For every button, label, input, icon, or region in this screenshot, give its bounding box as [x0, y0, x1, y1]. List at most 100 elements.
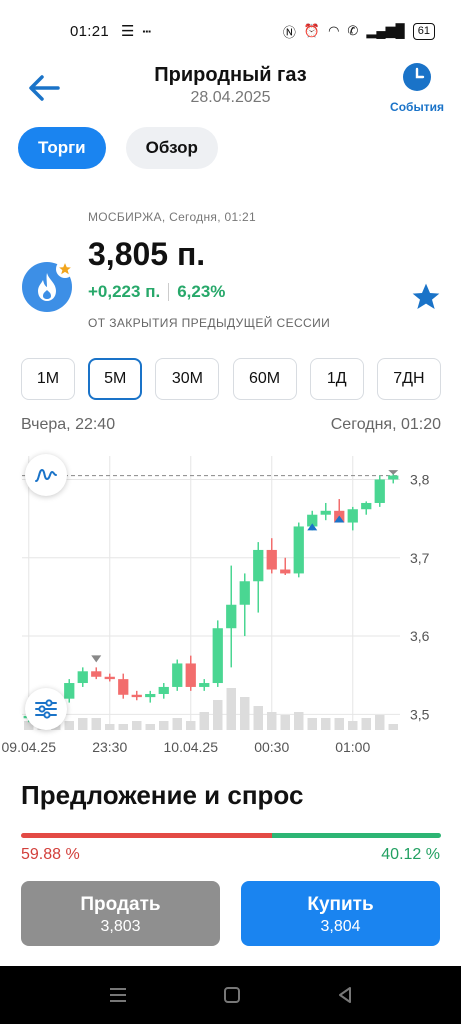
volume-bar — [280, 715, 290, 730]
buy-label: Купить — [307, 894, 374, 915]
range-start: Вчера, 22:40 — [21, 416, 116, 433]
candle-body — [293, 526, 304, 574]
sell-share-bar — [21, 833, 273, 838]
volume-bar — [78, 718, 88, 730]
period-1d[interactable]: 1Д — [309, 358, 364, 400]
x-tick-label: 10.04.25 — [164, 739, 219, 755]
volume-bar — [361, 718, 371, 730]
volume-bar — [213, 700, 223, 730]
call-icon: ✆ — [347, 23, 359, 38]
volume-bar — [64, 721, 74, 730]
candle-body — [64, 683, 75, 699]
back-nav-icon[interactable] — [336, 986, 354, 1004]
events-label: События — [390, 100, 444, 114]
candle-body — [280, 569, 291, 574]
change-absolute: +0,223 п. — [88, 282, 161, 301]
buy-share-bar — [272, 833, 441, 838]
candle-body — [320, 510, 331, 515]
candle-body — [226, 604, 237, 629]
candle-body — [185, 663, 196, 687]
line-chart-icon — [35, 468, 57, 482]
home-nav-icon[interactable] — [223, 986, 241, 1004]
candle-body — [145, 693, 156, 698]
star-icon — [412, 283, 440, 309]
wifi-icon: ◠ — [328, 23, 340, 38]
sliders-icon — [35, 699, 57, 719]
candle-body — [266, 549, 277, 570]
volume-bar — [375, 715, 385, 730]
candle-body — [374, 479, 385, 503]
divider — [168, 283, 170, 301]
candle-body — [131, 694, 142, 698]
volume-bar — [348, 721, 358, 730]
exchange-info: МОСБИРЖА, Сегодня, 01:21 — [88, 210, 257, 224]
candle-body — [158, 686, 169, 694]
period-5m[interactable]: 5М — [88, 358, 143, 400]
menu-nav-icon[interactable] — [108, 987, 128, 1003]
change-percent: 6,23% — [177, 282, 226, 301]
candlestick-chart[interactable]: 3,8 3,7 3,6 3,5 09.04.25 23:30 10.04.25 00:30 01… — [0, 448, 461, 760]
period-30m[interactable]: 30М — [155, 358, 220, 400]
volume-bar — [388, 724, 398, 730]
tab-overview[interactable]: Обзор — [125, 127, 218, 169]
candle-body — [388, 475, 399, 480]
volume-bar — [132, 721, 142, 730]
period-selector: 1М 5М 30М 60М 1Д 7ДН — [21, 358, 441, 400]
volume-bar — [267, 712, 277, 730]
volume-bar — [294, 712, 304, 730]
candle-body — [239, 581, 250, 605]
volume-bar — [118, 724, 128, 730]
volume-bar — [253, 706, 263, 730]
candle-body — [172, 663, 183, 687]
x-tick-label: 00:30 — [254, 739, 289, 755]
period-60m[interactable]: 60М — [232, 358, 297, 400]
chart-settings-button[interactable] — [25, 688, 67, 730]
sell-percent: 59.88 % — [21, 846, 80, 863]
y-tick-label: 3,5 — [410, 706, 430, 722]
dots-icon: ▪▪▪ — [142, 26, 152, 36]
sell-button[interactable]: Продать 3,803 — [21, 881, 220, 946]
buy-percent: 40.12 % — [381, 846, 440, 863]
chart-type-button[interactable] — [25, 454, 67, 496]
nfc-icon: Ⓝ — [282, 24, 296, 40]
candle-body — [212, 628, 223, 684]
trade-marker-down — [388, 470, 399, 475]
y-tick-label: 3,6 — [410, 628, 430, 644]
volume-bar — [199, 712, 209, 730]
y-tick-label: 3,7 — [410, 550, 430, 566]
candle-body — [253, 549, 264, 582]
price-change: +0,223 п. 6,23% — [88, 282, 225, 302]
signal-icon: ▂▄▆█ — [366, 23, 405, 38]
app-notification-icon: ☰ — [121, 23, 135, 40]
volume-bar — [172, 718, 182, 730]
candle-body — [91, 671, 102, 677]
candle-body — [118, 679, 129, 695]
tab-bar: Торги Обзор — [18, 127, 218, 169]
system-nav-bar — [0, 966, 461, 1024]
status-bar: 01:21 ☰ ▪▪▪ Ⓝ ⏰ ◠ ✆ ▂▄▆█ 61 — [0, 0, 461, 62]
favorite-button[interactable] — [409, 280, 443, 314]
buy-button[interactable]: Купить 3,804 — [241, 881, 440, 946]
x-tick-label: 23:30 — [92, 739, 127, 755]
battery-icon: 61 — [412, 22, 435, 40]
candle-body — [361, 502, 372, 510]
status-time: 01:21 — [70, 22, 110, 40]
period-1m[interactable]: 1М — [21, 358, 75, 400]
candle-body — [77, 671, 88, 684]
x-tick-label: 01:00 — [335, 739, 370, 755]
clock-icon — [403, 63, 431, 91]
price-chart[interactable]: 3,8 3,7 3,6 3,5 09.04.25 23:30 10.04.25 00:30 01… — [0, 448, 461, 760]
period-7d[interactable]: 7ДН — [376, 358, 441, 400]
trade-marker-down — [91, 655, 102, 663]
events-button[interactable]: События — [387, 62, 447, 114]
volume-bar — [91, 718, 101, 730]
last-price: 3,805 п. — [88, 236, 206, 272]
change-basis-note: ОТ ЗАКРЫТИЯ ПРЕДЫДУЩЕЙ СЕССИИ — [88, 316, 331, 330]
orderbook-balance-bar — [21, 833, 441, 838]
orderbook-title: Предложение и спрос — [21, 780, 304, 810]
volume-bar — [145, 724, 155, 730]
tab-trading[interactable]: Торги — [18, 127, 106, 169]
range-end: Сегодня, 01:20 — [330, 416, 441, 433]
volume-bar — [334, 718, 344, 730]
alarm-icon: ⏰ — [303, 23, 321, 38]
